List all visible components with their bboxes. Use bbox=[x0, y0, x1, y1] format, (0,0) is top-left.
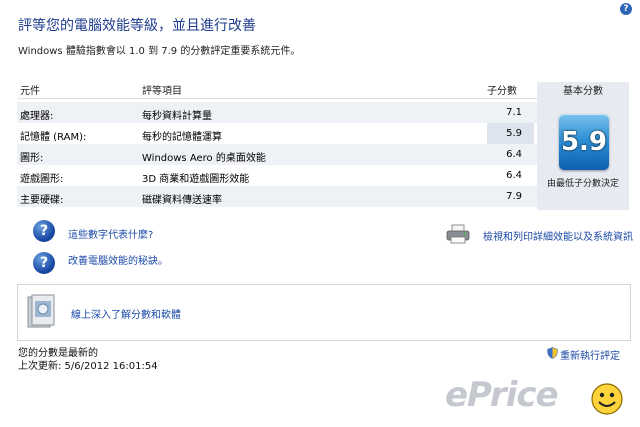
rerun-label: 重新執行評定 bbox=[560, 351, 620, 362]
help-icon[interactable]: ? bbox=[620, 3, 632, 15]
col-header-rated: 評等項目 bbox=[142, 86, 182, 97]
table-row: 記憶體 (RAM): 每秒的記憶體運算 5.9 bbox=[17, 123, 537, 144]
header-divider bbox=[17, 98, 537, 99]
row-rated: 每秒的記憶體運算 bbox=[142, 132, 222, 143]
learn-more-link[interactable]: 線上深入了解分數和軟體 bbox=[71, 306, 181, 321]
table-row: 遊戲圖形: 3D 商業和遊戲圖形效能 6.4 bbox=[17, 165, 537, 186]
row-rated: 每秒資料計算量 bbox=[142, 111, 212, 122]
page-subtitle: Windows 體驗指數會以 1.0 到 7.9 的分數評定重要系統元件。 bbox=[18, 46, 301, 57]
score-current-text: 您的分數是最新的 bbox=[18, 348, 98, 359]
col-header-subscore: 子分數 bbox=[487, 86, 517, 97]
row-component: 處理器: bbox=[20, 111, 54, 122]
score-table: 元件 評等項目 子分數 處理器: 每秒資料計算量 7.1 記憶體 (RAM): … bbox=[17, 82, 629, 210]
smiley-logo-icon bbox=[591, 383, 623, 415]
row-component: 主要硬碟: bbox=[20, 195, 64, 206]
row-rated: 磁碟資料傳送速率 bbox=[142, 195, 222, 206]
performance-tips-link[interactable]: 改善電腦效能的秘訣。 bbox=[68, 252, 168, 267]
score-status: 您的分數是最新的 上次更新: 5/6/2012 16:01:54 bbox=[18, 347, 158, 373]
row-component: 遊戲圖形: bbox=[20, 174, 64, 185]
col-header-component: 元件 bbox=[20, 86, 40, 97]
row-rated: Windows Aero 的桌面效能 bbox=[142, 153, 266, 164]
row-subscore: 6.4 bbox=[506, 149, 522, 160]
help-question-icon[interactable]: ? bbox=[33, 220, 55, 242]
row-subscore: 7.1 bbox=[506, 107, 522, 118]
what-numbers-mean-link[interactable]: 這些數字代表什麼? bbox=[68, 226, 153, 241]
learn-more-panel: 線上深入了解分數和軟體 bbox=[17, 284, 631, 341]
eprice-watermark: ePrice bbox=[445, 375, 559, 415]
printer-icon[interactable] bbox=[446, 224, 470, 244]
page-title: 評等您的電腦效能等級，並且進行改善 bbox=[18, 18, 256, 34]
last-update-text: 上次更新: 5/6/2012 16:01:54 bbox=[18, 361, 158, 372]
software-box-icon bbox=[27, 294, 55, 328]
row-subscore: 7.9 bbox=[506, 191, 522, 202]
row-rated: 3D 商業和遊戲圖形效能 bbox=[142, 174, 250, 185]
row-subscore: 6.4 bbox=[506, 170, 522, 181]
print-details-link[interactable]: 檢視和列印詳細效能以及系統資訊 bbox=[483, 228, 633, 243]
score-rows: 處理器: 每秒資料計算量 7.1 記憶體 (RAM): 每秒的記憶體運算 5.9… bbox=[17, 102, 537, 207]
base-score-badge: 5.9 bbox=[559, 114, 609, 170]
row-subscore: 5.9 bbox=[506, 128, 522, 139]
base-score-column: 基本分數 5.9 由最低子分數決定 bbox=[537, 82, 629, 210]
tips-question-icon[interactable]: ? bbox=[33, 252, 55, 274]
rerun-assessment-link[interactable]: 重新執行評定 bbox=[547, 347, 620, 362]
shield-icon bbox=[547, 347, 558, 359]
base-score-caption: 由最低子分數決定 bbox=[547, 179, 620, 189]
row-component: 圖形: bbox=[20, 153, 44, 164]
row-component: 記憶體 (RAM): bbox=[20, 132, 87, 143]
table-row: 主要硬碟: 磁碟資料傳送速率 7.9 bbox=[17, 186, 537, 207]
table-row: 處理器: 每秒資料計算量 7.1 bbox=[17, 102, 537, 123]
table-row: 圖形: Windows Aero 的桌面效能 6.4 bbox=[17, 144, 537, 165]
col-header-base: 基本分數 bbox=[563, 86, 603, 97]
